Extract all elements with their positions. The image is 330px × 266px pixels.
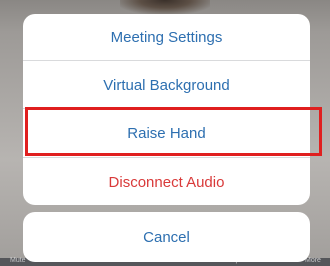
toolbar-item-mute[interactable]: Mute bbox=[10, 257, 26, 264]
action-sheet: Meeting Settings Virtual Background Rais… bbox=[23, 14, 310, 205]
toolbar-item-more[interactable]: More bbox=[305, 257, 321, 264]
disconnect-audio-option[interactable]: Disconnect Audio bbox=[23, 159, 310, 205]
video-feed-detail bbox=[120, 0, 210, 14]
raise-hand-option[interactable]: Raise Hand bbox=[23, 110, 310, 156]
cancel-button[interactable]: Cancel bbox=[23, 212, 310, 262]
divider bbox=[23, 108, 310, 109]
divider bbox=[23, 60, 310, 61]
meeting-settings-option[interactable]: Meeting Settings bbox=[23, 14, 310, 60]
divider bbox=[23, 157, 310, 158]
virtual-background-option[interactable]: Virtual Background bbox=[23, 62, 310, 108]
